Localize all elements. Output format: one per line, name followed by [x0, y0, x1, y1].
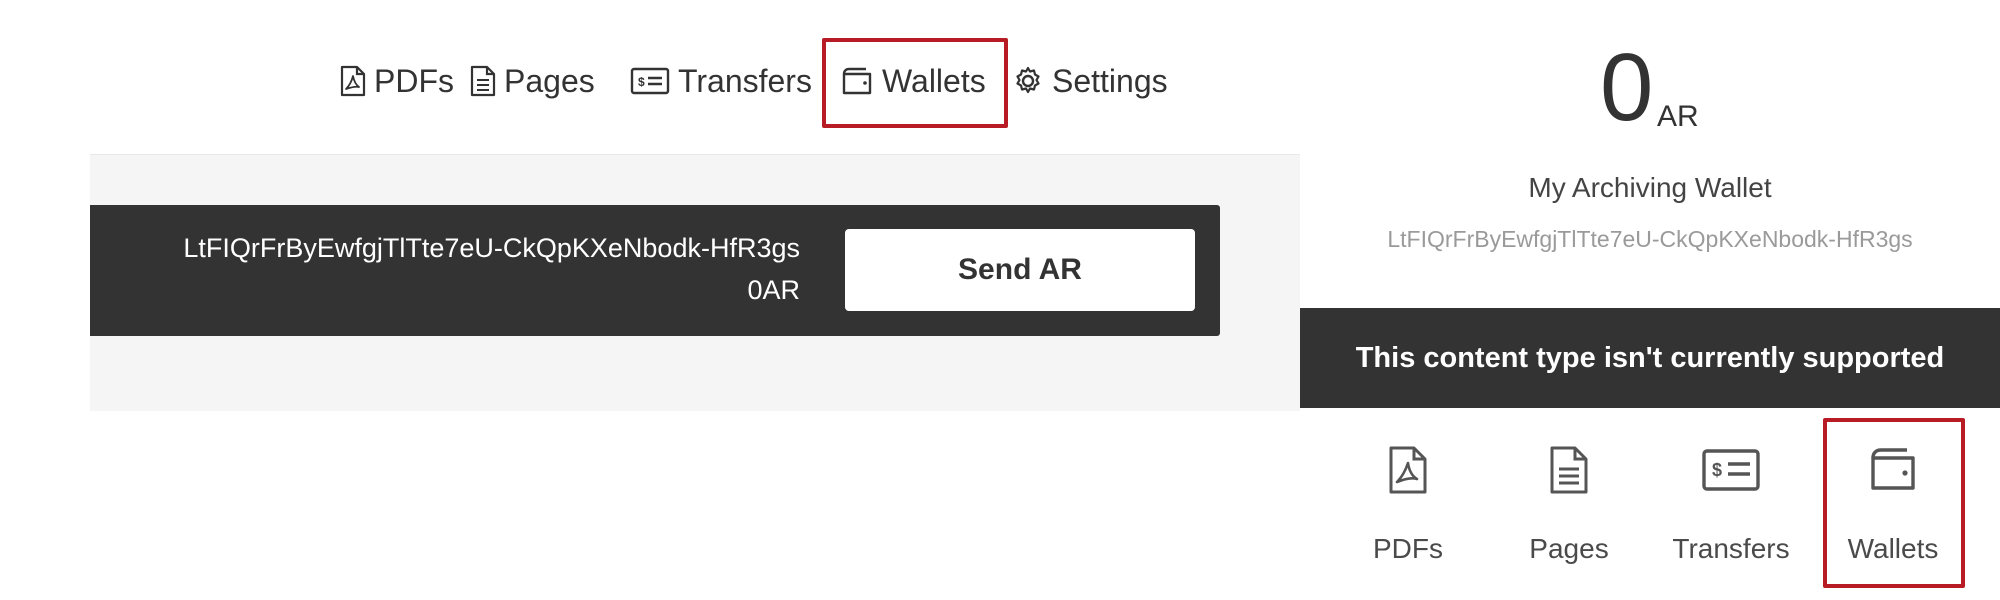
wallet-card: LtFIQrFrByEwfgjTlTte7eU-CkQpKXeNbodk-HfR…	[90, 205, 1220, 336]
wallet-icon	[842, 67, 872, 95]
send-ar-button[interactable]: Send AR	[845, 229, 1195, 311]
wallet-icon	[1871, 448, 1915, 490]
page-icon	[470, 65, 496, 97]
nav-transfers-label: Transfers	[678, 62, 812, 99]
balance-value: 0	[1600, 34, 1654, 141]
nav-pages[interactable]: Pages	[470, 45, 595, 117]
svg-text:$: $	[638, 75, 645, 89]
tab-transfers-label: Transfers	[1672, 533, 1790, 564]
nav-pdfs[interactable]: PDFs	[340, 45, 454, 117]
pdf-icon	[340, 65, 366, 97]
balance-unit: AR	[1657, 100, 1699, 133]
svg-text:$: $	[1712, 460, 1722, 480]
tab-pages[interactable]: Pages	[1494, 445, 1644, 585]
unsupported-content-banner: This content type isn't currently suppor…	[1300, 308, 2000, 408]
wallet-address: LtFIQrFrByEwfgjTlTte7eU-CkQpKXeNbodk-HfR…	[1387, 226, 1913, 252]
transfer-icon: $	[630, 67, 670, 95]
wallet-name: My Archiving Wallet	[1528, 172, 1772, 203]
gear-icon	[1016, 66, 1040, 94]
tab-wallets[interactable]: Wallets	[1818, 445, 1968, 585]
pdf-icon	[1389, 446, 1427, 494]
nav-pdfs-label: PDFs	[374, 62, 454, 99]
nav-transfers[interactable]: $ Transfers	[630, 45, 812, 117]
tab-pdfs[interactable]: PDFs	[1333, 445, 1483, 585]
page-icon	[1550, 446, 1588, 494]
nav-wallets-label: Wallets	[882, 62, 986, 99]
nav-pages-label: Pages	[504, 62, 595, 99]
tab-pages-label: Pages	[1529, 533, 1609, 564]
transfer-icon: $	[1702, 449, 1760, 491]
nav-wallets[interactable]: Wallets	[840, 45, 986, 117]
tab-wallets-label: Wallets	[1847, 533, 1939, 564]
wallet-card-address: LtFIQrFrByEwfgjTlTte7eU-CkQpKXeNbodk-HfR…	[183, 233, 800, 263]
tab-transfers[interactable]: $ Transfers	[1656, 445, 1806, 585]
nav-settings[interactable]: Settings	[1012, 45, 1168, 117]
tab-pdfs-label: PDFs	[1373, 533, 1443, 564]
nav-settings-label: Settings	[1052, 62, 1168, 99]
wallet-card-balance: 0AR	[747, 275, 800, 305]
top-nav: PDFs Pages $ Transfers Wallets Settings	[340, 45, 1200, 117]
